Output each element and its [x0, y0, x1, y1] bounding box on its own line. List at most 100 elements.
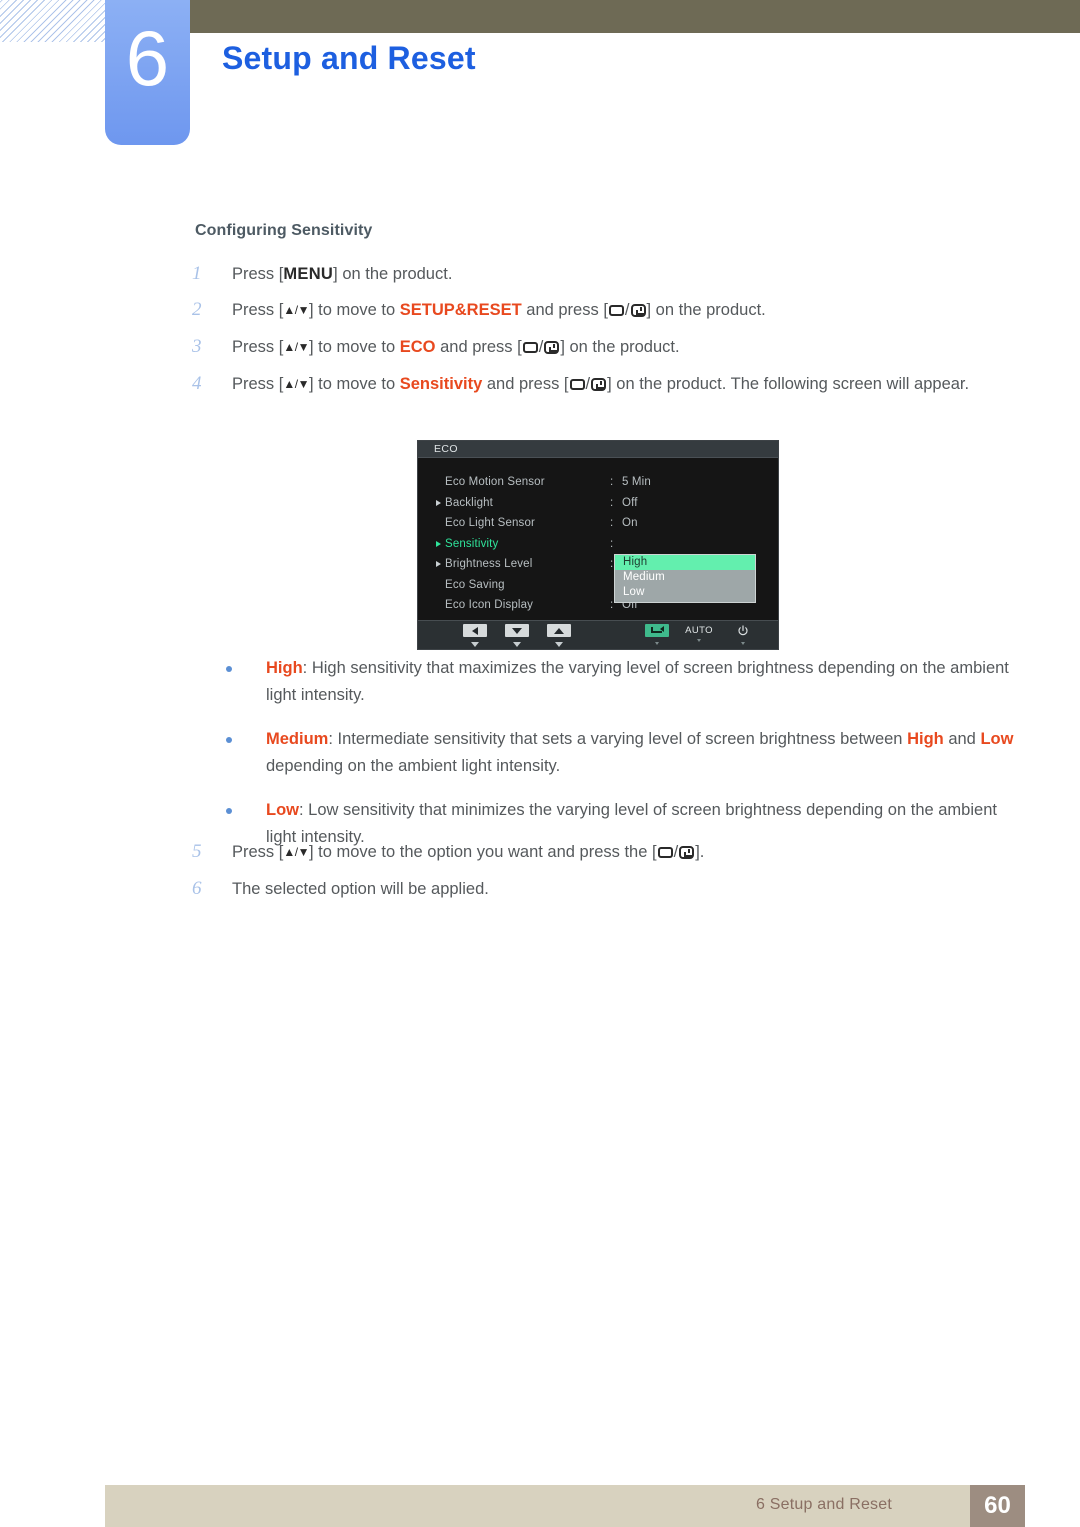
option-description-item: High: High sensitivity that maximizes th…	[224, 655, 1024, 709]
step-body: Press [▲/▼] to move to Sensitivity and p…	[232, 375, 970, 393]
numbered-step: 3 Press [▲/▼] to move to ECO and press [/…	[190, 335, 1020, 360]
sensitivity-dropdown[interactable]: High Medium Low	[614, 554, 756, 603]
key-label: MENU	[283, 265, 334, 283]
option-descriptions-list: High: High sensitivity that maximizes th…	[224, 655, 1024, 868]
bullet-text: High: High sensitivity that maximizes th…	[266, 659, 1009, 704]
menu-key-icon	[608, 305, 624, 316]
highlighted-term: Medium	[266, 730, 329, 748]
dropdown-option[interactable]: Medium	[615, 570, 755, 585]
osd-row-label: Eco Saving	[436, 579, 610, 591]
step-number: 4	[192, 373, 202, 394]
step-body: The selected option will be applied.	[232, 877, 1020, 901]
step-text: The selected option will be applied.	[232, 880, 489, 898]
highlighted-term: Low	[266, 801, 299, 819]
osd-row-colon: :	[610, 496, 614, 509]
button-indicator-icon	[697, 639, 701, 642]
step-body: Press [▲/▼] to move to ECO and press [/]…	[232, 338, 680, 356]
osd-menu-screenshot: ECO Eco Motion Sensor:5 Min Backlight: Off…	[417, 440, 779, 650]
osd-row-label-text: Brightness Level	[445, 558, 533, 571]
updown-arrows-icon: ▲/▼	[283, 340, 309, 354]
step-text: ] on the product.	[560, 338, 680, 356]
osd-row-label-text: Sensitivity	[445, 537, 499, 550]
osd-row-label-text: Eco Light Sensor	[445, 517, 535, 530]
button-indicator-icon	[513, 642, 521, 647]
osd-row-label: Brightness Level	[436, 558, 610, 570]
up-button[interactable]	[544, 624, 574, 647]
highlighted-term: SETUP&RESET	[399, 301, 522, 319]
step-text: : Intermediate sensitivity that sets a v…	[328, 730, 908, 748]
page-title: Setup and Reset	[222, 40, 476, 76]
numbered-steps-list-tail: 5 Press [▲/▼] to move to the option you w…	[190, 840, 1020, 913]
footer-chapter-label: 6 Setup and Reset	[756, 1496, 892, 1513]
auto-button[interactable]: AUTO	[684, 624, 714, 642]
osd-row-label: Eco Icon Display	[436, 599, 610, 611]
bullet-text: Medium: Intermediate sensitivity that se…	[266, 730, 1013, 775]
down-button[interactable]	[502, 624, 532, 647]
osd-title-bar: ECO	[418, 441, 778, 458]
highlighted-term: High	[266, 659, 303, 677]
step-number: 6	[192, 878, 202, 899]
arrow-down-icon	[505, 624, 529, 637]
step-number: 3	[192, 336, 202, 357]
numbered-step: 6 The selected option will be applied.	[190, 877, 1020, 901]
step-number: 1	[192, 263, 202, 284]
numbered-step: 5 Press [▲/▼] to move to the option you w…	[190, 840, 1020, 865]
enter-button[interactable]	[642, 624, 672, 645]
osd-row-label-text: Eco Motion Sensor	[445, 476, 545, 489]
step-text: ] to move to	[308, 301, 400, 319]
osd-row-label-text: Eco Saving	[445, 578, 505, 591]
bullet-dot-icon	[226, 808, 232, 814]
osd-row-label-text: Backlight	[445, 496, 494, 509]
osd-menu-rows: Eco Motion Sensor:5 Min Backlight: Off Eco …	[418, 458, 778, 616]
submenu-arrow-icon	[436, 540, 441, 547]
highlighted-term: ECO	[399, 338, 436, 356]
enter-key-icon	[630, 304, 646, 317]
step-text: and	[943, 730, 981, 748]
header-olive-bar	[190, 0, 1080, 33]
button-indicator-icon	[555, 642, 563, 647]
left-button[interactable]	[460, 624, 490, 647]
step-text: ] to move to	[308, 375, 400, 393]
osd-menu-row[interactable]: Eco Light Sensor: On	[418, 513, 778, 534]
highlighted-term: Low	[980, 730, 1014, 748]
submenu-arrow-icon	[436, 561, 441, 568]
step-text: and press [	[521, 301, 608, 319]
osd-row-value: Off	[622, 496, 638, 509]
step-text: ] to move to the option you want and pre…	[308, 843, 657, 861]
page-number: 60	[970, 1485, 1025, 1527]
dropdown-option[interactable]: High	[615, 555, 755, 570]
step-text: Press [	[232, 301, 284, 319]
osd-menu-row[interactable]: Backlight: Off	[418, 493, 778, 514]
updown-arrows-icon: ▲/▼	[283, 377, 309, 391]
step-number: 5	[192, 841, 202, 862]
step-text: Press [	[232, 375, 284, 393]
step-text: ] on the product.	[333, 265, 453, 283]
osd-menu-row[interactable]: Eco Motion Sensor:5 Min	[418, 472, 778, 493]
power-button[interactable]	[728, 624, 758, 645]
numbered-steps-list: 1 Press [MENU] on the product. 2 Press [▲/▼…	[190, 262, 1020, 409]
button-indicator-icon	[471, 642, 479, 647]
bullet-dot-icon	[226, 737, 232, 743]
osd-row-label-text: Eco Icon Display	[445, 599, 534, 612]
updown-arrows-icon: ▲/▼	[283, 845, 309, 859]
option-description-item: Medium: Intermediate sensitivity that se…	[224, 726, 1024, 780]
dropdown-option[interactable]: Low	[615, 585, 755, 600]
highlighted-term: Sensitivity	[399, 375, 483, 393]
menu-key-icon	[657, 847, 673, 858]
osd-row-colon: :	[610, 476, 614, 489]
numbered-step: 2 Press [▲/▼] to move to SETUP&RESET and …	[190, 298, 1020, 323]
step-text: and press [	[482, 375, 569, 393]
chapter-number-badge: 6	[105, 0, 190, 145]
step-body: Press [▲/▼] to move to SETUP&RESET and p…	[232, 301, 766, 319]
osd-row-colon: :	[610, 537, 614, 550]
osd-row-value: 5 Min	[622, 476, 651, 489]
arrow-up-icon	[547, 624, 571, 637]
enter-key-icon	[645, 624, 669, 637]
osd-button-bar: AUTO	[418, 620, 778, 649]
step-number: 2	[192, 299, 202, 320]
decorative-hatch-pattern	[0, 0, 108, 42]
osd-row-label: Sensitivity	[436, 538, 610, 550]
menu-key-icon	[522, 342, 538, 353]
step-text: Press [	[232, 843, 284, 861]
osd-menu-row[interactable]: Sensitivity:	[418, 534, 778, 555]
